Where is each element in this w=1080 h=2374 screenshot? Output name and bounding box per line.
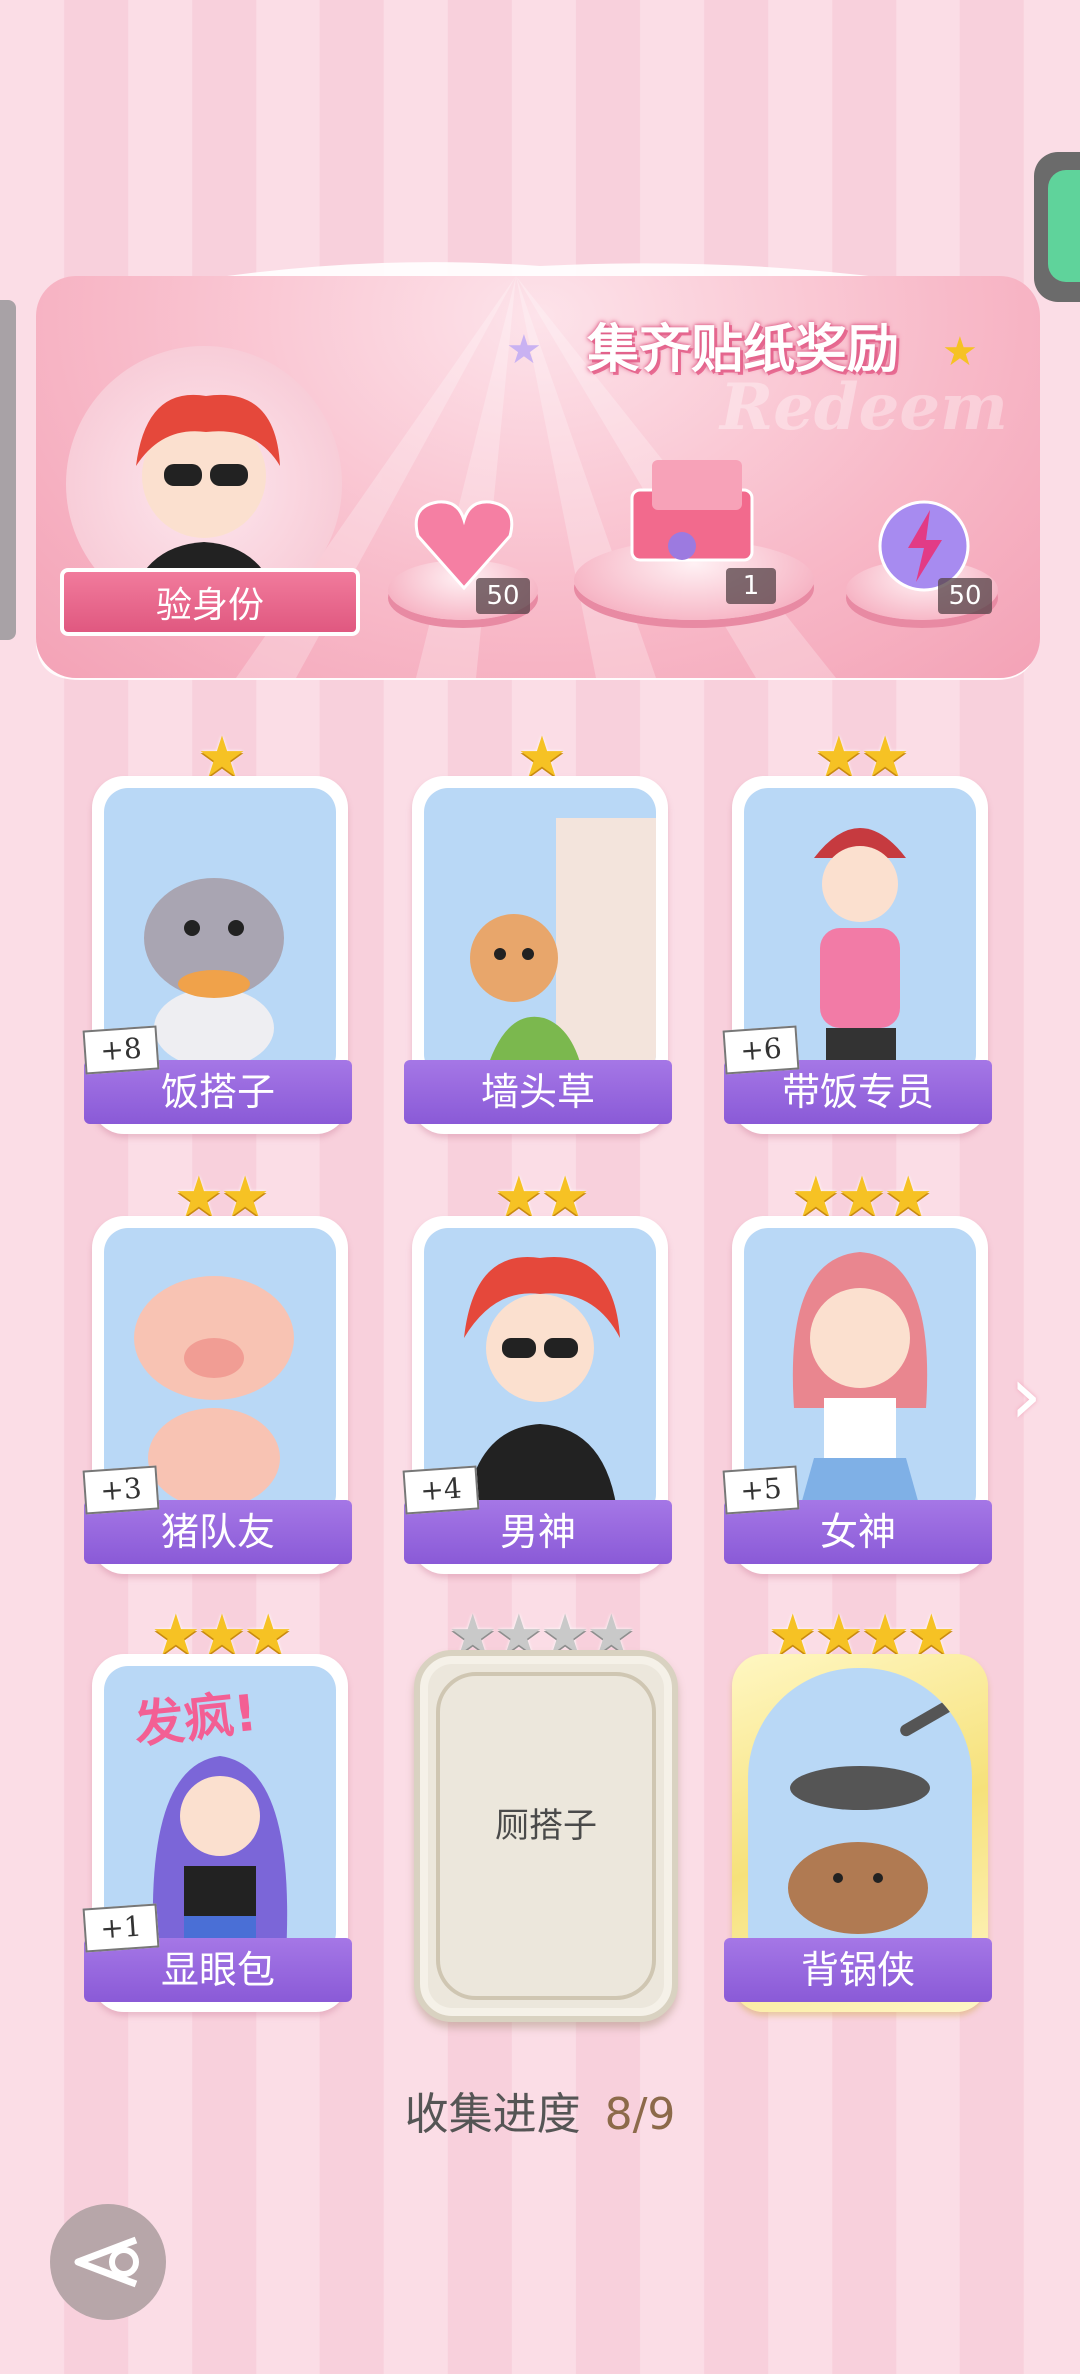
bonus-tag: +3 xyxy=(82,1465,160,1515)
card-name: 背锅侠 xyxy=(724,1938,992,2002)
progress-label: 收集进度 xyxy=(404,2089,581,2140)
verify-identity-button[interactable]: 验身份 xyxy=(60,568,360,636)
reward-count-badge: 1 xyxy=(726,568,776,604)
card-name: 厕搭子 xyxy=(495,1806,597,1846)
progress-value: 8/9 xyxy=(604,2089,676,2140)
purple-star-icon: ★ xyxy=(506,327,542,373)
back-arrow-icon xyxy=(74,2236,139,2288)
reward-count-badge: 50 xyxy=(938,578,992,614)
bonus-tag: +8 xyxy=(82,1025,160,1075)
reward-count-badge: 50 xyxy=(476,578,530,614)
gift-box-icon xyxy=(630,460,754,562)
capybara-with-pan-icon xyxy=(748,1668,972,1958)
left-edge-tab[interactable] xyxy=(0,300,16,640)
next-page-arrow-icon[interactable]: › xyxy=(1010,1356,1066,1436)
bonus-tag: +1 xyxy=(82,1903,160,1953)
collection-progress: 收集进度 8/9 xyxy=(300,2080,780,2150)
gold-star-icon: ★ xyxy=(942,329,978,375)
banner-title: 集齐贴纸奖励 xyxy=(586,320,899,380)
bonus-tag: +6 xyxy=(722,1025,800,1075)
locked-card-icon[interactable]: 厕搭子 xyxy=(414,1650,678,2022)
bonus-tag: +4 xyxy=(402,1465,480,1515)
back-button[interactable] xyxy=(50,2204,166,2320)
bonus-tag: +5 xyxy=(722,1465,800,1515)
cat-behind-wall-icon xyxy=(424,788,656,1078)
card-name: 墙头草 xyxy=(404,1060,672,1124)
